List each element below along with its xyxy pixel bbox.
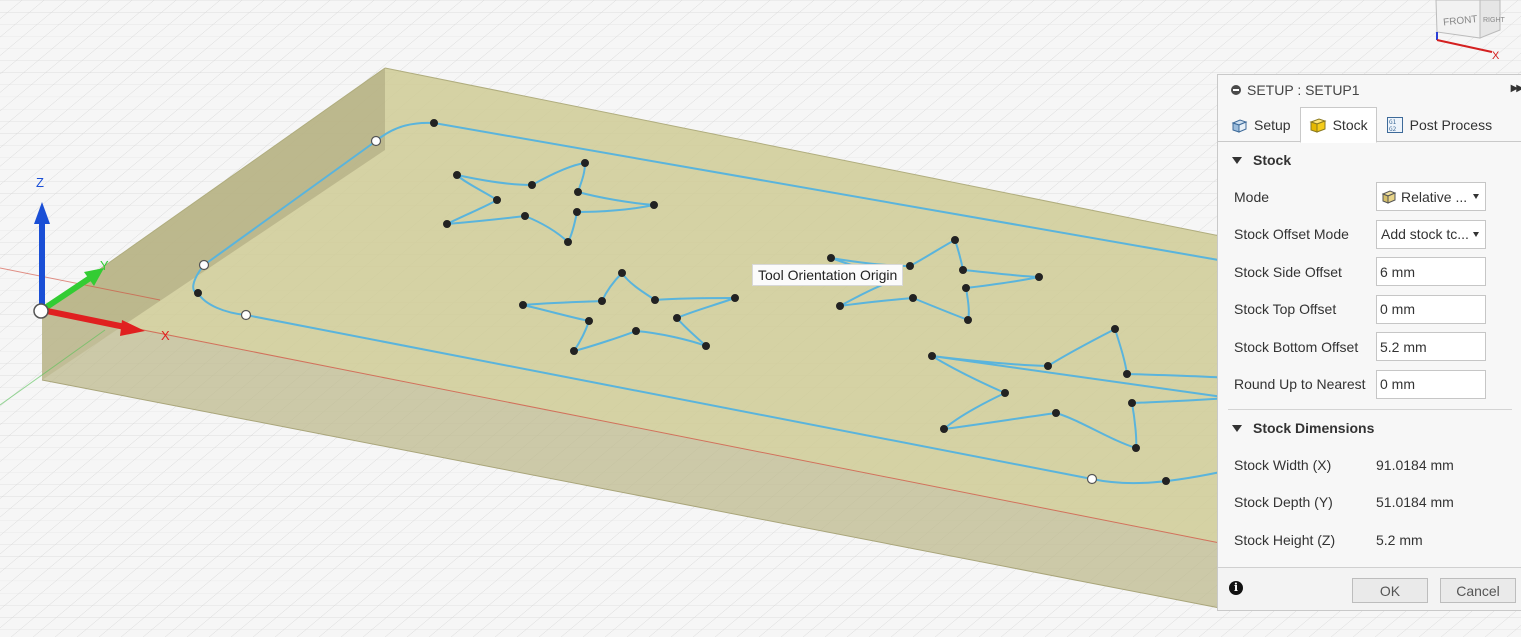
post-process-icon: G1 G2 <box>1386 117 1403 133</box>
round-up-row: Round Up to Nearest <box>1218 366 1521 404</box>
dimensions-section-title: Stock Dimensions <box>1253 420 1375 436</box>
side-offset-input[interactable] <box>1376 257 1486 287</box>
dimensions-section-header[interactable]: Stock Dimensions <box>1218 410 1521 446</box>
round-up-label: Round Up to Nearest <box>1234 376 1366 393</box>
top-offset-input[interactable] <box>1376 294 1486 324</box>
section-collapse-triangle-icon <box>1232 424 1242 432</box>
cancel-button[interactable]: Cancel <box>1440 578 1516 603</box>
tab-stock[interactable]: Stock <box>1299 107 1377 143</box>
view-cube-right: RIGHT <box>1483 17 1506 24</box>
top-offset-row: Stock Top Offset <box>1218 291 1521 329</box>
side-offset-row: Stock Side Offset <box>1218 253 1521 291</box>
tab-post-process[interactable]: G1 G2 Post Process <box>1377 107 1501 143</box>
x-axis-label: X <box>161 328 170 343</box>
relative-box-icon <box>1381 190 1397 204</box>
svg-text:G1: G1 <box>1389 119 1397 126</box>
offset-mode-label: Stock Offset Mode <box>1234 226 1349 243</box>
stock-section-header[interactable]: Stock <box>1218 142 1521 178</box>
panel-header: SETUP : SETUP1 ▶▶ <box>1218 75 1521 105</box>
setup-icon <box>1231 119 1248 133</box>
stock-width-label: Stock Width (X) <box>1234 456 1332 473</box>
side-offset-label: Stock Side Offset <box>1234 263 1342 280</box>
top-offset-label: Stock Top Offset <box>1234 301 1337 318</box>
stock-width-row: Stock Width (X) 91.0184 mm <box>1218 446 1521 484</box>
mode-value: Relative ... <box>1401 188 1468 205</box>
view-cube-x-label: X <box>1492 50 1500 62</box>
offset-mode-dropdown[interactable]: Add stock tc... <box>1376 219 1486 249</box>
tab-setup[interactable]: Setup <box>1221 107 1300 143</box>
expand-panel-icon[interactable]: ▶▶ <box>1511 83 1521 94</box>
stock-width-value: 91.0184 mm <box>1376 456 1454 473</box>
section-collapse-triangle-icon <box>1232 156 1242 164</box>
mode-label: Mode <box>1234 188 1270 205</box>
mode-row: Mode Relative ... <box>1218 178 1521 216</box>
panel-tabs: Setup Stock G1 G2 Post Process <box>1218 105 1521 143</box>
z-axis-label: Z <box>36 175 44 190</box>
y-axis-label: Y <box>100 258 109 273</box>
stock-depth-value: 51.0184 mm <box>1376 494 1454 511</box>
stock-cube-icon <box>1309 118 1327 133</box>
svg-text:G2: G2 <box>1389 126 1397 133</box>
chevron-down-icon <box>1473 194 1479 200</box>
round-up-input[interactable] <box>1376 369 1486 399</box>
stock-height-value: 5.2 mm <box>1376 531 1423 548</box>
panel-footer: i OK Cancel <box>1218 567 1521 610</box>
ok-button[interactable]: OK <box>1352 578 1428 603</box>
stock-height-label: Stock Height (Z) <box>1234 531 1336 548</box>
offset-mode-row: Stock Offset Mode Add stock tc... <box>1218 216 1521 254</box>
bottom-offset-input[interactable] <box>1376 332 1486 362</box>
info-icon[interactable]: i <box>1229 581 1243 595</box>
tab-stock-label: Stock <box>1332 117 1368 133</box>
mode-dropdown[interactable]: Relative ... <box>1376 182 1486 212</box>
tab-setup-label: Setup <box>1254 117 1291 133</box>
origin-point <box>33 303 49 319</box>
collapse-minus-icon[interactable] <box>1231 85 1241 95</box>
stock-depth-label: Stock Depth (Y) <box>1234 494 1333 511</box>
tab-post-process-label: Post Process <box>1409 117 1493 133</box>
stock-section-title: Stock <box>1253 152 1292 168</box>
bottom-offset-label: Stock Bottom Offset <box>1234 338 1359 355</box>
setup-panel: SETUP : SETUP1 ▶▶ Setup Stock G1 G2 Post… <box>1217 74 1521 611</box>
chevron-down-icon <box>1473 231 1479 237</box>
tool-orientation-tooltip: Tool Orientation Origin <box>752 264 904 286</box>
panel-title: SETUP : SETUP1 <box>1247 82 1360 98</box>
offset-mode-value: Add stock tc... <box>1381 226 1469 243</box>
stock-depth-row: Stock Depth (Y) 51.0184 mm <box>1218 484 1521 522</box>
stock-height-row: Stock Height (Z) 5.2 mm <box>1218 521 1521 559</box>
bottom-offset-row: Stock Bottom Offset <box>1218 328 1521 366</box>
